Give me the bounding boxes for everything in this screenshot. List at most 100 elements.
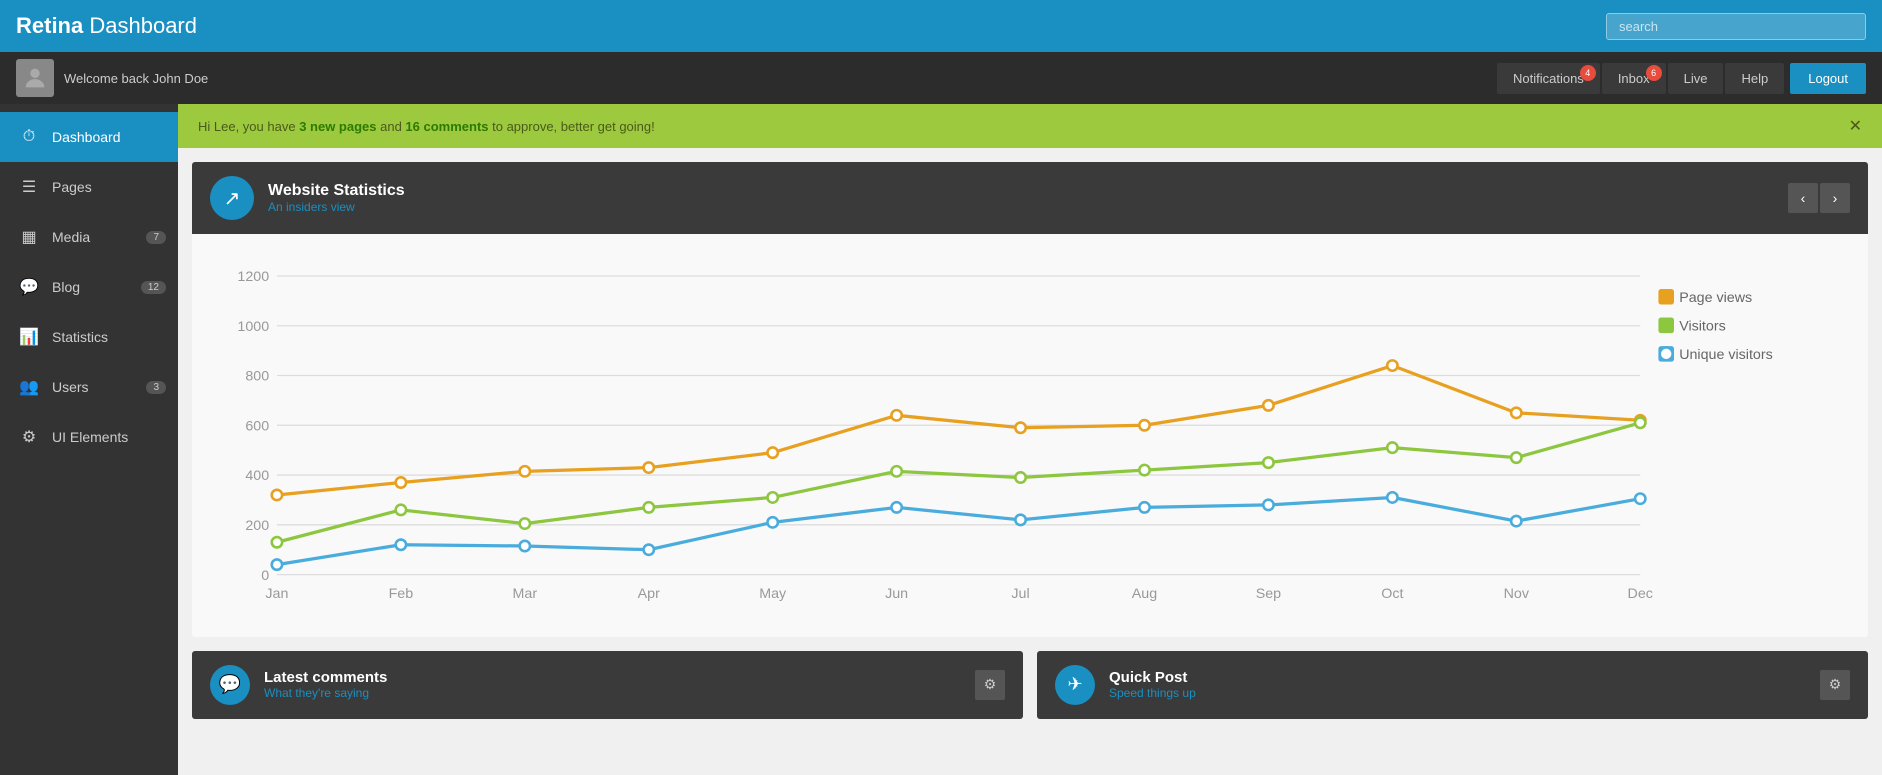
quick-post-card: ✈ Quick Post Speed things up ⚙ [1037,651,1868,719]
sidebar: ⏱ Dashboard ☰ Pages ▦ Media 7 💬 Blog 12 … [0,104,178,775]
svg-text:Nov: Nov [1504,586,1530,602]
users-badge: 3 [146,381,166,394]
chart-navigation: ‹ › [1788,183,1850,213]
sidebar-label-ui-elements: UI Elements [52,429,128,445]
chart-titles: Website Statistics An insiders view [268,182,405,214]
svg-text:Page views: Page views [1679,290,1752,306]
svg-text:Jul: Jul [1011,586,1029,602]
quick-post-title: Quick Post [1109,669,1196,686]
user-info: Welcome back John Doe [16,59,208,97]
svg-text:Apr: Apr [638,586,660,602]
alert-close-button[interactable]: ✕ [1849,116,1862,136]
svg-text:Dec: Dec [1628,586,1653,602]
chart-subtitle: An insiders view [268,200,405,214]
avatar [16,59,54,97]
chart-prev-button[interactable]: ‹ [1788,183,1818,213]
svg-text:600: 600 [245,418,269,434]
alert-suffix: to approve, better get going! [489,119,655,134]
quick-post-settings-button[interactable]: ⚙ [1820,670,1850,700]
svg-text:1200: 1200 [237,269,269,285]
chart-header: ↗ Website Statistics An insiders view ‹ … [192,162,1868,234]
chart-icon-circle: ↗ [210,176,254,220]
users-icon: 👥 [18,376,40,398]
sidebar-label-blog: Blog [52,279,80,295]
quick-post-header: ✈ Quick Post Speed things up ⚙ [1037,651,1868,719]
sidebar-label-users: Users [52,379,89,395]
live-button[interactable]: Live [1668,63,1724,94]
svg-text:200: 200 [245,518,269,534]
statistics-icon: 📊 [18,326,40,348]
quick-post-titles: Quick Post Speed things up [1109,669,1196,700]
comments-titles: Latest comments What they're saying [264,669,387,700]
quick-post-icon: ✈ [1067,674,1082,695]
topbar: Retina Dashboard [0,0,1882,52]
logout-button[interactable]: Logout [1790,63,1866,94]
chart-title: Website Statistics [268,182,405,200]
blog-icon: 💬 [18,276,40,298]
comments-icon-circle: 💬 [210,665,250,705]
sidebar-label-statistics: Statistics [52,329,108,345]
sidebar-label-dashboard: Dashboard [52,129,121,145]
chart-trend-icon: ↗ [224,186,241,211]
logo-brand: Retina [16,13,83,38]
svg-text:Jun: Jun [885,586,908,602]
chart-header-left: ↗ Website Statistics An insiders view [210,176,405,220]
ui-elements-icon: ⚙ [18,426,40,448]
quick-post-icon-circle: ✈ [1055,665,1095,705]
sidebar-item-pages[interactable]: ☰ Pages [0,162,178,212]
svg-text:800: 800 [245,369,269,385]
svg-text:Unique visitors: Unique visitors [1679,347,1773,363]
notifications-badge: 4 [1580,65,1596,81]
alert-comments-link[interactable]: 16 comments [405,119,488,134]
welcome-text: Welcome back John Doe [64,71,208,86]
svg-text:Aug: Aug [1132,586,1157,602]
svg-text:1000: 1000 [237,319,269,335]
alert-prefix: Hi Lee, you have [198,119,299,134]
sidebar-item-blog[interactable]: 💬 Blog 12 [0,262,178,312]
alert-pages-link[interactable]: 3 new pages [299,119,376,134]
comments-title: Latest comments [264,669,387,686]
media-icon: ▦ [18,226,40,248]
media-badge: 7 [146,231,166,244]
svg-text:Visitors: Visitors [1679,318,1726,334]
svg-text:Jan: Jan [265,586,288,602]
sidebar-item-dashboard[interactable]: ⏱ Dashboard [0,112,178,162]
nav-buttons: Notifications 4 Inbox 6 Live Help Logout [1497,63,1866,94]
inbox-button[interactable]: Inbox 6 [1602,63,1666,94]
dashboard-icon: ⏱ [18,126,40,148]
chart-section: ↗ Website Statistics An insiders view ‹ … [192,162,1868,637]
sidebar-item-users[interactable]: 👥 Users 3 [0,362,178,412]
search-input[interactable] [1606,13,1866,40]
latest-comments-header: 💬 Latest comments What they're saying ⚙ [192,651,1023,719]
logo: Retina Dashboard [16,13,197,39]
inbox-badge: 6 [1646,65,1662,81]
chart-body: 0 200 400 600 800 1000 1200 Jan Feb Mar Apr May Jun J… [192,234,1868,637]
pages-icon: ☰ [18,176,40,198]
svg-text:Mar: Mar [513,586,538,602]
svg-text:Sep: Sep [1256,586,1281,602]
svg-text:400: 400 [245,468,269,484]
sidebar-label-pages: Pages [52,179,92,195]
comments-subtitle: What they're saying [264,686,387,700]
main-layout: ⏱ Dashboard ☰ Pages ▦ Media 7 💬 Blog 12 … [0,104,1882,775]
comments-settings-button[interactable]: ⚙ [975,670,1005,700]
search-wrap [1606,13,1866,40]
sidebar-item-ui-elements[interactable]: ⚙ UI Elements [0,412,178,462]
help-button[interactable]: Help [1725,63,1784,94]
chart-next-button[interactable]: › [1820,183,1850,213]
sidebar-item-statistics[interactable]: 📊 Statistics [0,312,178,362]
sidebar-item-media[interactable]: ▦ Media 7 [0,212,178,262]
svg-text:Oct: Oct [1381,586,1403,602]
notifications-button[interactable]: Notifications 4 [1497,63,1600,94]
logo-text: Dashboard [83,13,197,38]
blog-badge: 12 [141,281,166,294]
svg-text:Feb: Feb [389,586,414,602]
bottom-cards: 💬 Latest comments What they're saying ⚙ … [192,651,1868,719]
user-avatar-icon [21,64,49,92]
chart-svg: 0 200 400 600 800 1000 1200 Jan Feb Mar Apr May Jun J… [212,250,1848,627]
svg-text:May: May [759,586,787,602]
svg-text:0: 0 [261,568,269,584]
alert-text: Hi Lee, you have 3 new pages and 16 comm… [198,119,655,134]
quick-post-subtitle: Speed things up [1109,686,1196,700]
alert-middle: and [377,119,406,134]
